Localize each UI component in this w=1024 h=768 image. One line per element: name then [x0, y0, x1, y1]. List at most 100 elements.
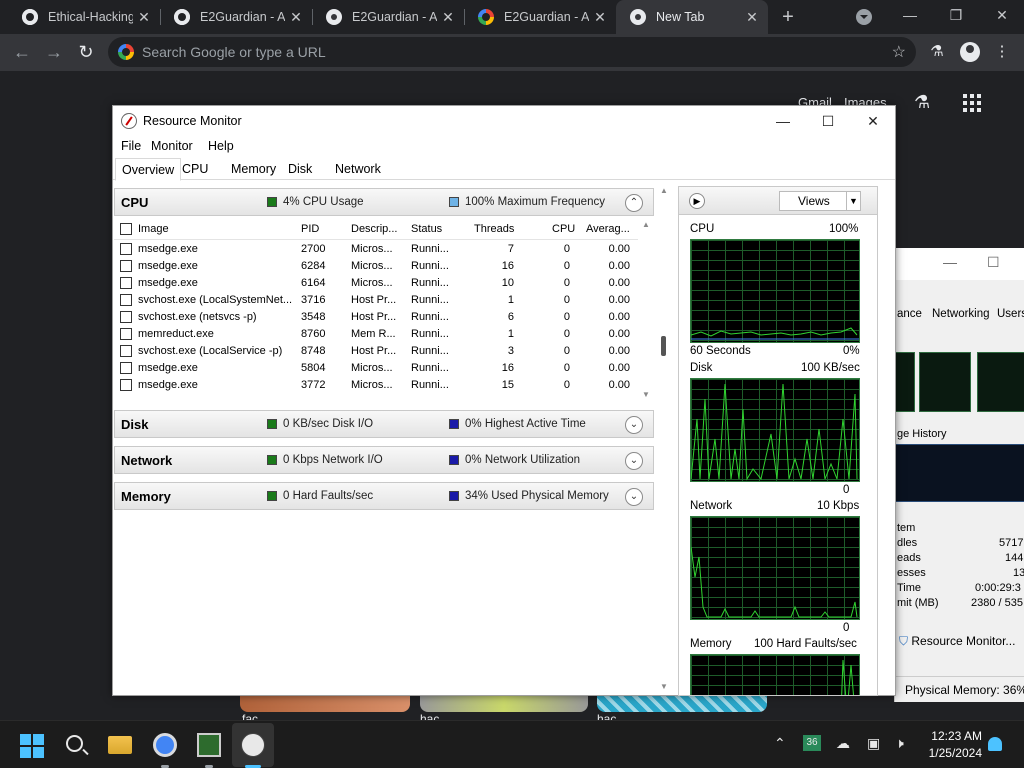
- omnibox[interactable]: ☆: [108, 37, 916, 67]
- table-scrollbar[interactable]: ▲ ▼: [640, 218, 652, 403]
- labs-flask-icon[interactable]: ⚗: [914, 92, 936, 114]
- overview-scrollbar[interactable]: ▲ ▼: [658, 186, 670, 696]
- search-icon[interactable]: [66, 735, 83, 752]
- close-icon[interactable]: ✕: [440, 9, 456, 25]
- menu-monitor[interactable]: Monitor: [151, 139, 193, 153]
- network-monitor-icon[interactable]: ▣: [867, 735, 880, 752]
- col-average[interactable]: Averag...: [586, 223, 634, 235]
- tab-performance[interactable]: ance: [897, 308, 922, 320]
- menu-file[interactable]: File: [121, 139, 141, 153]
- row-checkbox[interactable]: [120, 379, 132, 391]
- file-explorer-icon[interactable]: [108, 736, 132, 754]
- maximize-icon[interactable]: ☐: [987, 254, 1000, 271]
- row-checkbox[interactable]: [120, 328, 132, 340]
- row-checkbox[interactable]: [120, 277, 132, 289]
- col-description[interactable]: Descrip...: [351, 223, 403, 235]
- tab-1[interactable]: Ethical-Hacking ✕: [8, 0, 160, 34]
- labs-flask-icon[interactable]: ⚗: [926, 41, 948, 63]
- col-pid[interactable]: PID: [301, 223, 319, 235]
- disk-section-header[interactable]: Disk 0 KB/sec Disk I/O 0% Highest Active…: [114, 410, 654, 438]
- tab-search-icon[interactable]: [856, 9, 872, 25]
- google-apps-icon[interactable]: [963, 94, 981, 112]
- scroll-up-icon[interactable]: ▲: [642, 220, 650, 229]
- tab-cpu[interactable]: CPU: [182, 162, 208, 176]
- table-row[interactable]: memreduct.exe 8760 Mem R... Runni... 1 0 0.00: [114, 326, 638, 343]
- col-threads[interactable]: Threads: [474, 223, 514, 235]
- tab-users[interactable]: Users: [997, 308, 1024, 320]
- chevron-right-icon[interactable]: ▶: [689, 193, 705, 209]
- restore-icon[interactable]: ❐: [934, 0, 978, 32]
- minimize-icon[interactable]: —: [888, 0, 932, 32]
- scroll-down-icon[interactable]: ▼: [660, 682, 668, 691]
- row-checkbox[interactable]: [120, 311, 132, 323]
- memory-section-header[interactable]: Memory 0 Hard Faults/sec 34% Used Physic…: [114, 482, 654, 510]
- back-icon[interactable]: ←: [10, 40, 34, 64]
- cloud-icon[interactable]: ☁: [836, 735, 850, 752]
- expand-chevron-icon[interactable]: ⌄: [625, 452, 643, 470]
- tab-new-tab[interactable]: New Tab ✕: [616, 0, 768, 34]
- close-icon[interactable]: ✕: [136, 9, 152, 25]
- table-row[interactable]: svchost.exe (netsvcs -p) 3548 Host Pr... Ru…: [114, 309, 638, 326]
- notification-bell-icon[interactable]: [988, 737, 1002, 751]
- tab-disk[interactable]: Disk: [288, 162, 312, 176]
- close-window-icon[interactable]: ✕: [980, 0, 1024, 32]
- row-checkbox[interactable]: [120, 362, 132, 374]
- close-icon[interactable]: ✕: [858, 110, 888, 132]
- close-icon[interactable]: ✕: [744, 9, 760, 25]
- profile-avatar-icon[interactable]: [960, 42, 980, 62]
- chevron-up-icon[interactable]: ⌃: [774, 735, 786, 752]
- col-cpu[interactable]: CPU: [552, 223, 575, 235]
- volume-muted-icon[interactable]: 🕨: [895, 735, 904, 752]
- tab-memory[interactable]: Memory: [231, 162, 276, 176]
- system-clock[interactable]: 12:23 AM 1/25/2024: [912, 728, 982, 762]
- tab-2[interactable]: E2Guardian - Ac ✕: [160, 0, 312, 34]
- close-icon[interactable]: ✕: [592, 9, 608, 25]
- cpu-section-header[interactable]: CPU 4% CPU Usage 100% Maximum Frequency …: [114, 188, 654, 216]
- close-icon[interactable]: ✕: [288, 9, 304, 25]
- row-checkbox[interactable]: [120, 345, 132, 357]
- select-all-checkbox[interactable]: [120, 223, 132, 235]
- chrome-icon[interactable]: [153, 733, 177, 757]
- minimize-icon[interactable]: —: [943, 254, 957, 270]
- tab-4[interactable]: E2Guardian - Ac ✕: [464, 0, 616, 34]
- tab-networking[interactable]: Networking: [932, 308, 990, 320]
- expand-chevron-icon[interactable]: ⌄: [625, 488, 643, 506]
- row-checkbox[interactable]: [120, 243, 132, 255]
- table-row[interactable]: svchost.exe (LocalSystemNet... 3716 Host P…: [114, 292, 638, 309]
- table-row[interactable]: msedge.exe 3772 Micros... Runni... 15 0 0.00: [114, 377, 638, 394]
- terminal-icon[interactable]: [197, 733, 221, 757]
- scroll-up-icon[interactable]: ▲: [660, 186, 668, 195]
- new-tab-button[interactable]: +: [776, 5, 800, 29]
- chevron-down-icon[interactable]: ▼: [846, 192, 860, 210]
- table-row[interactable]: svchost.exe (LocalService -p) 8748 Host Pr…: [114, 343, 638, 360]
- sidebar-scrollbar[interactable]: [872, 217, 877, 695]
- tab-network[interactable]: Network: [335, 162, 381, 176]
- collapse-chevron-icon[interactable]: ⌃: [625, 194, 643, 212]
- address-input[interactable]: [142, 42, 842, 62]
- table-row[interactable]: msedge.exe 5804 Micros... Runni... 16 0 0.00: [114, 360, 638, 377]
- tab-3[interactable]: E2Guardian - Ac ✕: [312, 0, 464, 34]
- table-row[interactable]: msedge.exe 2700 Micros... Runni... 7 0 0.00: [114, 241, 638, 258]
- network-section-header[interactable]: Network 0 Kbps Network I/O 0% Network Ut…: [114, 446, 654, 474]
- resource-monitor-icon[interactable]: [241, 733, 265, 757]
- bookmark-star-icon[interactable]: ☆: [892, 42, 906, 62]
- forward-icon[interactable]: →: [42, 40, 66, 64]
- minimize-icon[interactable]: —: [768, 110, 798, 132]
- col-status[interactable]: Status: [411, 223, 442, 235]
- table-row[interactable]: msedge.exe 6284 Micros... Runni... 16 0 0.00: [114, 258, 638, 275]
- expand-chevron-icon[interactable]: ⌄: [625, 416, 643, 434]
- table-row[interactable]: msedge.exe 6164 Micros... Runni... 10 0 0.00: [114, 275, 638, 292]
- maximize-icon[interactable]: ☐: [813, 110, 843, 132]
- scroll-thumb[interactable]: [661, 336, 666, 356]
- tab-overview[interactable]: Overview: [115, 158, 182, 181]
- menu-kebab-icon[interactable]: ⋮: [991, 41, 1013, 63]
- scroll-down-icon[interactable]: ▼: [642, 390, 650, 399]
- memreduct-tray-badge[interactable]: 36: [803, 735, 821, 751]
- open-resource-monitor-link[interactable]: ⛉ Resource Monitor...: [899, 634, 1015, 649]
- menu-help[interactable]: Help: [208, 139, 234, 153]
- views-dropdown[interactable]: Views ▼: [779, 191, 861, 211]
- col-image[interactable]: Image: [138, 223, 169, 235]
- start-windows-icon[interactable]: [20, 734, 44, 758]
- row-checkbox[interactable]: [120, 260, 132, 272]
- row-checkbox[interactable]: [120, 294, 132, 306]
